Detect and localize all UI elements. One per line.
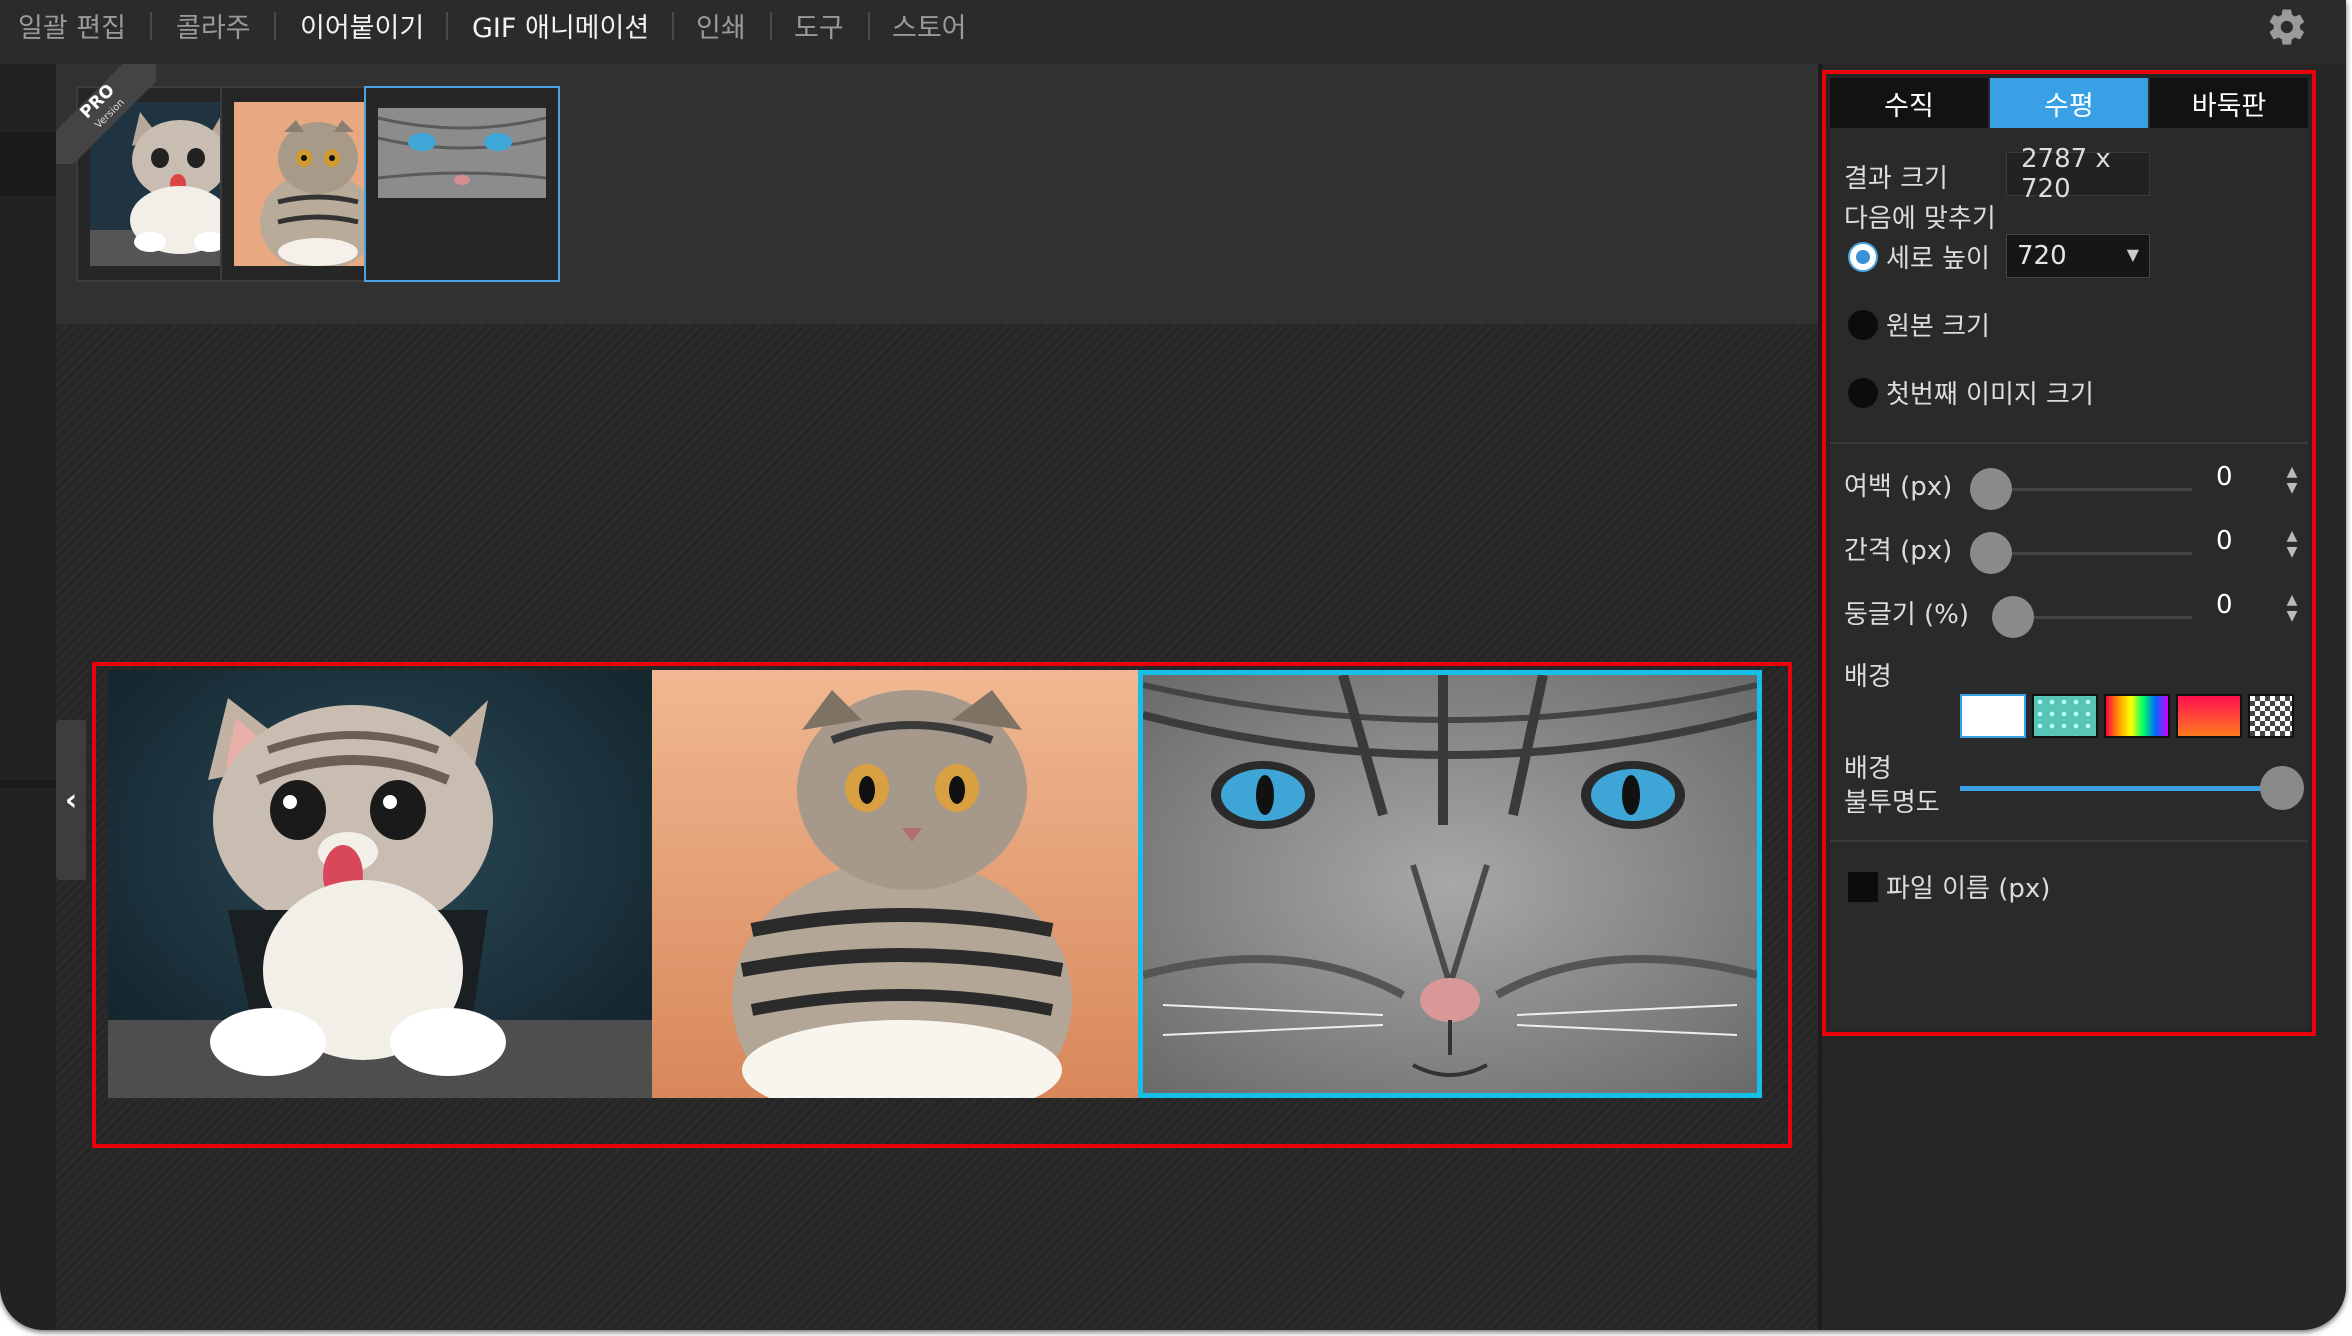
- menu-separator: [150, 12, 152, 40]
- top-menu-bar: 일괄 편집 콜라주 이어붙이기 GIF 애니메이션 인쇄 도구 스토어: [0, 0, 2346, 52]
- sidebar-handle: [0, 132, 56, 196]
- menu-print[interactable]: 인쇄: [696, 6, 746, 45]
- menu-separator: [868, 12, 870, 40]
- thumbnail-strip: [56, 64, 1818, 324]
- menu-stitch[interactable]: 이어붙이기: [300, 6, 424, 45]
- thumbnail-image: [378, 108, 546, 198]
- menu-separator: [770, 12, 772, 40]
- menu-tools[interactable]: 도구: [794, 6, 844, 45]
- menu-batch-edit[interactable]: 일괄 편집: [18, 6, 126, 45]
- menu-separator: [672, 12, 674, 40]
- menu-gif-animation[interactable]: GIF 애니메이션: [472, 6, 649, 45]
- menu-separator: [446, 12, 448, 40]
- app-window: 일괄 편집 콜라주 이어붙이기 GIF 애니메이션 인쇄 도구 스토어 PRO …: [0, 0, 2346, 1330]
- output-highlight-frame: [92, 662, 1792, 1148]
- settings-highlight-frame: [1822, 70, 2316, 1036]
- menu-collage[interactable]: 콜라주: [176, 6, 251, 45]
- pro-version-badge: PRO Version: [56, 64, 156, 164]
- thumbnail-cat-blue-eyes[interactable]: [364, 86, 560, 282]
- left-sidebar: [0, 64, 56, 1330]
- menu-separator: [274, 12, 276, 40]
- collapse-panel-button[interactable]: ‹: [56, 720, 86, 880]
- gear-icon[interactable]: [2266, 6, 2308, 48]
- chevron-left-icon: ‹: [64, 782, 78, 818]
- sidebar-marker: [0, 780, 56, 788]
- menu-store[interactable]: 스토어: [892, 6, 967, 45]
